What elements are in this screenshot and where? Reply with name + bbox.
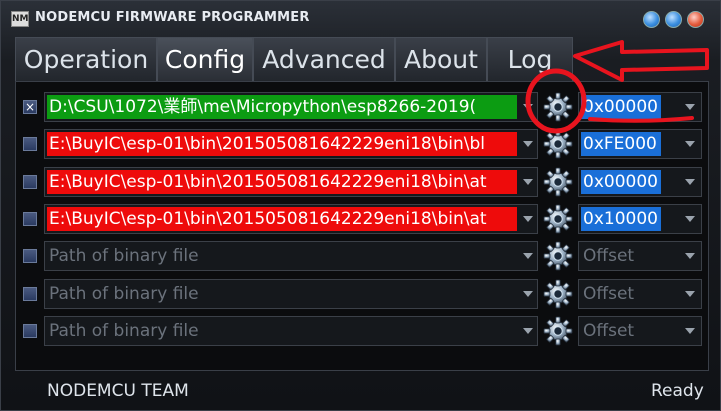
offset-placeholder: Offset	[583, 321, 635, 341]
minimize-button[interactable]	[643, 11, 660, 28]
binary-path-value: E:\BuyIC\esp-01\bin\201505081642229eni18…	[47, 132, 517, 156]
binary-path-field[interactable]: Path of binary file	[44, 241, 538, 271]
title-bar: NM NODEMCU FIRMWARE PROGRAMMER	[1, 1, 721, 37]
close-button[interactable]	[687, 11, 704, 28]
chevron-down-icon[interactable]	[523, 253, 533, 259]
chevron-down-icon[interactable]	[523, 328, 533, 334]
binary-path-placeholder: Path of binary file	[49, 246, 199, 266]
offset-placeholder: Offset	[583, 246, 635, 266]
gear-icon[interactable]	[542, 128, 574, 160]
chevron-down-icon[interactable]	[523, 216, 533, 222]
binary-path-field[interactable]: E:\BuyIC\esp-01\bin\201505081642229eni18…	[44, 204, 538, 234]
tab-advanced[interactable]: Advanced	[253, 37, 395, 81]
status-ready-label: Ready	[651, 381, 704, 401]
binary-path-placeholder: Path of binary file	[49, 321, 199, 341]
row-checkbox[interactable]	[23, 175, 37, 189]
chevron-down-icon[interactable]	[523, 179, 533, 185]
binary-path-field[interactable]: Path of binary file	[44, 279, 538, 309]
binary-row: Path of binary file Offset	[16, 240, 710, 272]
checkbox-checked-icon: ×	[24, 100, 36, 114]
offset-field[interactable]: Offset	[578, 316, 702, 346]
gear-icon[interactable]	[542, 203, 574, 235]
offset-value: 0x00000	[581, 170, 661, 194]
binary-path-value: D:\CSU\1072\業師\me\Micropython\esp8266-20…	[47, 95, 517, 119]
chevron-down-icon[interactable]	[685, 328, 695, 334]
app-icon: NM	[11, 11, 29, 27]
offset-value: 0xFE000	[581, 132, 661, 156]
binary-row: E:\BuyIC\esp-01\bin\201505081642229eni18…	[16, 166, 710, 198]
offset-placeholder: Offset	[583, 284, 635, 304]
chevron-down-icon[interactable]	[685, 291, 695, 297]
offset-field[interactable]: 0xFE000	[578, 129, 702, 159]
binary-path-field[interactable]: Path of binary file	[44, 316, 538, 346]
chevron-down-icon[interactable]	[523, 104, 533, 110]
offset-field[interactable]: 0x10000	[578, 204, 702, 234]
binary-row: Path of binary file Offset	[16, 315, 710, 347]
binary-path-value: E:\BuyIC\esp-01\bin\201505081642229eni18…	[47, 170, 517, 194]
binary-path-value: E:\BuyIC\esp-01\bin\201505081642229eni18…	[47, 207, 517, 231]
status-team-label: NODEMCU TEAM	[47, 381, 189, 401]
chevron-down-icon[interactable]	[685, 141, 695, 147]
row-checkbox[interactable]	[23, 324, 37, 338]
chevron-down-icon[interactable]	[523, 291, 533, 297]
chevron-down-icon[interactable]	[685, 179, 695, 185]
gear-icon[interactable]	[542, 91, 574, 123]
config-panel: × D:\CSU\1072\業師\me\Micropython\esp8266-…	[15, 81, 709, 371]
binary-path-field[interactable]: E:\BuyIC\esp-01\bin\201505081642229eni18…	[44, 129, 538, 159]
chevron-down-icon[interactable]	[685, 253, 695, 259]
gear-icon[interactable]	[542, 315, 574, 347]
offset-value: 0x00000	[581, 95, 661, 119]
binary-row: E:\BuyIC\esp-01\bin\201505081642229eni18…	[16, 128, 710, 160]
offset-field[interactable]: 0x00000	[578, 167, 702, 197]
app-window: NM NODEMCU FIRMWARE PROGRAMMER Operation…	[0, 0, 721, 411]
tab-log[interactable]: Log	[487, 37, 573, 81]
offset-field[interactable]: 0x00000	[578, 92, 702, 122]
binary-path-placeholder: Path of binary file	[49, 284, 199, 304]
row-checkbox[interactable]: ×	[23, 100, 37, 114]
gear-icon[interactable]	[542, 278, 574, 310]
binary-path-field[interactable]: E:\BuyIC\esp-01\bin\201505081642229eni18…	[44, 167, 538, 197]
offset-field[interactable]: Offset	[578, 241, 702, 271]
chevron-down-icon[interactable]	[685, 104, 695, 110]
gear-icon[interactable]	[542, 240, 574, 272]
row-checkbox[interactable]	[23, 212, 37, 226]
binary-row: Path of binary file Offset	[16, 278, 710, 310]
offset-field[interactable]: Offset	[578, 279, 702, 309]
row-checkbox[interactable]	[23, 249, 37, 263]
maximize-button[interactable]	[665, 11, 682, 28]
binary-row: E:\BuyIC\esp-01\bin\201505081642229eni18…	[16, 203, 710, 235]
chevron-down-icon[interactable]	[523, 141, 533, 147]
status-bar: NODEMCU TEAM Ready	[1, 371, 721, 411]
binary-path-field[interactable]: D:\CSU\1072\業師\me\Micropython\esp8266-20…	[44, 92, 538, 122]
binary-row: × D:\CSU\1072\業師\me\Micropython\esp8266-…	[16, 91, 710, 123]
row-checkbox[interactable]	[23, 287, 37, 301]
tab-config[interactable]: Config	[157, 37, 253, 81]
tab-about[interactable]: About	[395, 37, 487, 81]
tab-operation[interactable]: Operation	[15, 37, 157, 81]
window-title: NODEMCU FIRMWARE PROGRAMMER	[35, 10, 310, 25]
chevron-down-icon[interactable]	[685, 216, 695, 222]
gear-icon[interactable]	[542, 166, 574, 198]
row-checkbox[interactable]	[23, 137, 37, 151]
offset-value: 0x10000	[581, 207, 661, 231]
